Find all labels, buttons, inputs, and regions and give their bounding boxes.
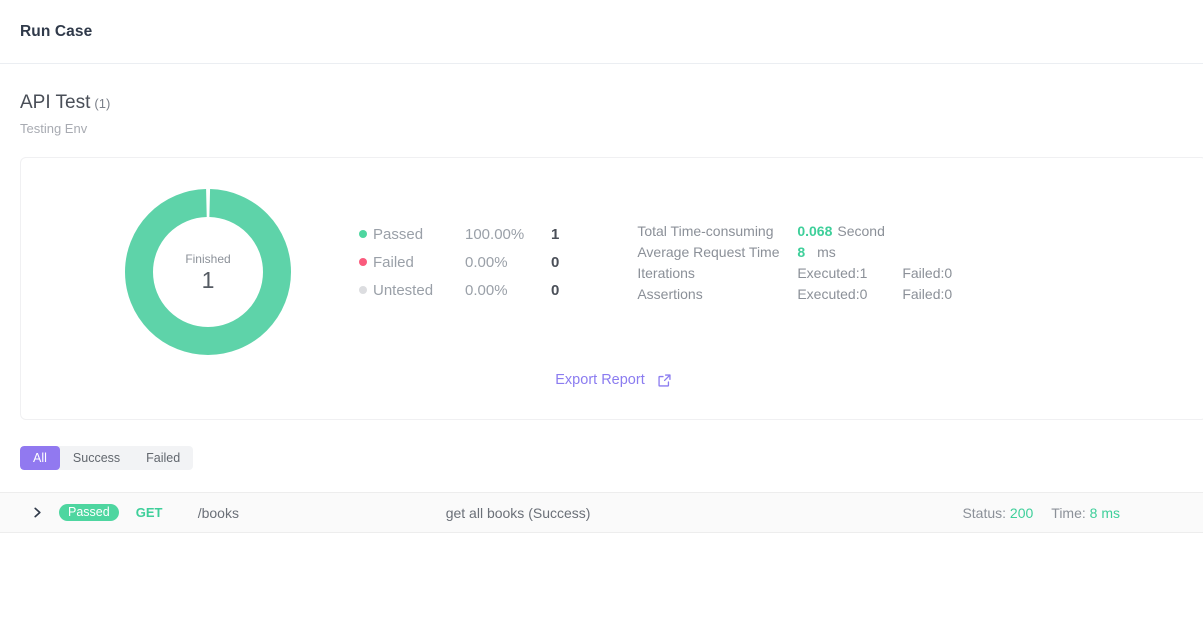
status-badge: Passed: [59, 504, 119, 522]
status-code-group: Status: 200: [962, 505, 1033, 521]
donut-total-value: 1: [202, 268, 215, 292]
result-legend: Passed 100.00% 1 Failed 0.00% 0 Untested…: [359, 220, 559, 304]
donut-center-text: Finished 1: [122, 186, 294, 358]
legend-count-passed: 1: [551, 226, 559, 243]
legend-row-untested: Untested 0.00% 0: [359, 276, 559, 304]
filter-tab-failed[interactable]: Failed: [133, 446, 193, 470]
donut-chart-wrapper: Finished 1: [63, 186, 353, 358]
table-row[interactable]: Passed GET /books get all books (Success…: [0, 492, 1203, 533]
request-method: GET: [136, 505, 182, 520]
legend-percent-failed: 0.00%: [465, 254, 551, 271]
export-report-row: Export Report: [21, 372, 1203, 388]
legend-dot-untested-icon: [359, 286, 367, 294]
legend-label-failed: Failed: [373, 254, 465, 271]
legend-dot-passed-icon: [359, 230, 367, 238]
stat-label-total-time: Total Time-consuming: [637, 223, 797, 239]
stat-total-time-number: 0.068: [797, 223, 832, 239]
donut-status-label: Finished: [185, 252, 230, 266]
status-code-value: 200: [1010, 505, 1033, 521]
page-header-title: Run Case: [20, 23, 92, 41]
stat-label-average-request-time: Average Request Time: [637, 244, 797, 260]
status-code-label: Status:: [962, 505, 1006, 521]
chevron-right-icon[interactable]: [32, 506, 46, 519]
result-filter-tabs: All Success Failed: [20, 446, 193, 470]
legend-label-passed: Passed: [373, 226, 465, 243]
legend-row-failed: Failed 0.00% 0: [359, 248, 559, 276]
stat-total-time-unit: Second: [837, 223, 884, 239]
stat-label-iterations: Iterations: [637, 265, 797, 281]
stat-row-average-request-time: Average Request Time 8 ms: [637, 241, 952, 262]
stat-iterations-executed: Executed:1: [797, 265, 902, 281]
filter-tab-all[interactable]: All: [20, 446, 60, 470]
stat-average-time-unit: ms: [817, 244, 836, 260]
legend-percent-passed: 100.00%: [465, 226, 551, 243]
stat-value-total-time: 0.068 Second: [797, 223, 885, 239]
stat-label-assertions: Assertions: [637, 286, 797, 302]
run-statistics: Total Time-consuming 0.068 Second Averag…: [637, 220, 952, 304]
stat-row-total-time: Total Time-consuming 0.068 Second: [637, 220, 952, 241]
stat-value-average-request-time: 8 ms: [797, 244, 835, 260]
environment-label: Testing Env: [20, 121, 1183, 136]
export-report-button[interactable]: Export Report: [555, 372, 644, 388]
external-link-icon[interactable]: [657, 373, 672, 388]
request-path: /books: [198, 505, 446, 521]
page-title-count: (1): [94, 96, 110, 111]
legend-percent-untested: 0.00%: [465, 282, 551, 299]
result-donut-chart: Finished 1: [122, 186, 294, 358]
legend-count-untested: 0: [551, 282, 559, 299]
summary-card-body: Finished 1 Passed 100.00% 1 Failed 0.00%…: [21, 158, 1203, 358]
stat-assertions-failed: Failed:0: [902, 286, 952, 302]
result-list: Passed GET /books get all books (Success…: [0, 492, 1203, 533]
case-name: get all books (Success): [446, 505, 963, 521]
response-time-value: 8 ms: [1090, 505, 1120, 521]
summary-card: Finished 1 Passed 100.00% 1 Failed 0.00%…: [20, 157, 1203, 420]
filter-tab-success[interactable]: Success: [60, 446, 133, 470]
legend-count-failed: 0: [551, 254, 559, 271]
stat-assertions-executed: Executed:0: [797, 286, 902, 302]
page-title: API Test: [20, 92, 90, 114]
stat-average-time-number: 8: [797, 244, 805, 260]
legend-dot-failed-icon: [359, 258, 367, 266]
response-time-label: Time:: [1051, 505, 1085, 521]
page-title-row: API Test (1): [20, 92, 1183, 114]
response-time-group: Time: 8 ms: [1051, 505, 1120, 521]
stat-row-iterations: Iterations Executed:1 Failed:0: [637, 262, 952, 283]
row-meta: Status: 200 Time: 8 ms: [962, 505, 1120, 521]
legend-label-untested: Untested: [373, 282, 465, 299]
legend-row-passed: Passed 100.00% 1: [359, 220, 559, 248]
page-heading-section: API Test (1) Testing Env: [0, 64, 1203, 136]
top-header-bar: Run Case: [0, 0, 1203, 64]
stat-row-assertions: Assertions Executed:0 Failed:0: [637, 283, 952, 304]
stat-iterations-failed: Failed:0: [902, 265, 952, 281]
